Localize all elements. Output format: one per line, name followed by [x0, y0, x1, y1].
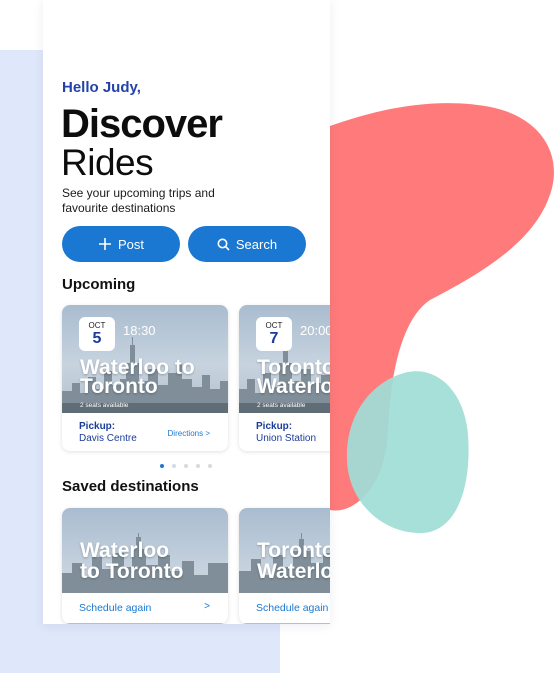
trip-route: Waterloo to Toronto [80, 357, 195, 398]
pickup-label: Pickup: [256, 421, 293, 432]
trip-route: Toronto to Waterloo [257, 357, 330, 398]
city-photo: Waterloo to Toronto Schedule again > [62, 508, 228, 624]
pagination-dot[interactable] [172, 464, 176, 468]
route-line: Toronto to [257, 539, 330, 562]
seats-available: 2 seats available [257, 402, 306, 409]
phone-screen: Hello Judy, Discover Rides See your upco… [43, 0, 330, 624]
page-title: Discover [61, 102, 223, 146]
pickup-label: Pickup: [79, 421, 116, 432]
date-day: 7 [269, 330, 279, 347]
pagination-dot[interactable] [184, 464, 188, 468]
chevron-right-icon: > [204, 601, 210, 612]
page-subtitle: See your upcoming trips and favourite de… [62, 186, 215, 215]
date-day: 5 [92, 330, 102, 347]
post-label: Post [117, 236, 144, 252]
pagination-dot[interactable] [208, 464, 212, 468]
schedule-again-link[interactable]: Schedule again [79, 602, 151, 614]
pagination-dot[interactable] [196, 464, 200, 468]
pickup-place: Davis Centre [79, 433, 137, 444]
trip-time: 18:30 [123, 323, 156, 338]
city-photo: Toronto to Waterloo Schedule again [239, 508, 330, 624]
saved-destinations-heading: Saved destinations [62, 478, 199, 495]
upcoming-trip-card[interactable]: OCT 7 20:00 Toronto to Waterloo 2 seats … [239, 305, 330, 451]
date-badge: OCT 7 [256, 317, 292, 351]
directions-link[interactable]: Directions > [168, 429, 210, 438]
seats-available: 2 seats available [80, 402, 129, 409]
route-line: Waterloo [257, 560, 330, 583]
date-month: OCT [265, 321, 283, 330]
date-badge: OCT 5 [79, 317, 115, 351]
search-label: Search [235, 236, 278, 252]
date-month: OCT [88, 321, 106, 330]
schedule-again-link[interactable]: Schedule again [256, 602, 328, 614]
post-button[interactable]: Post [62, 226, 180, 262]
saved-destination-card[interactable]: Waterloo to Toronto Schedule again > [62, 508, 228, 624]
saved-route: Waterloo to Toronto [80, 540, 183, 582]
saved-destination-card[interactable]: Toronto to Waterloo Schedule again [239, 508, 330, 624]
plus-icon [98, 237, 112, 251]
route-line: Toronto [80, 375, 158, 398]
pickup-place: Union Station [256, 433, 317, 444]
upcoming-trip-card[interactable]: OCT 5 18:30 Waterloo to Toronto 2 seats … [62, 305, 228, 451]
pagination-dot[interactable] [160, 464, 164, 468]
route-line: Waterloo [257, 375, 330, 398]
page-title-line2: Rides [61, 142, 154, 183]
city-photo: OCT 5 18:30 Waterloo to Toronto 2 seats … [62, 305, 228, 413]
city-photo: OCT 7 20:00 Toronto to Waterloo 2 seats … [239, 305, 330, 413]
greeting: Hello Judy, [62, 79, 141, 96]
route-line: Waterloo [80, 539, 170, 562]
upcoming-heading: Upcoming [62, 276, 136, 293]
route-line: to Toronto [80, 560, 184, 583]
search-button[interactable]: Search [188, 226, 306, 262]
search-icon [217, 238, 230, 251]
saved-route: Toronto to Waterloo [257, 540, 330, 582]
trip-time: 20:00 [300, 323, 330, 338]
carousel-pagination[interactable] [160, 464, 212, 468]
